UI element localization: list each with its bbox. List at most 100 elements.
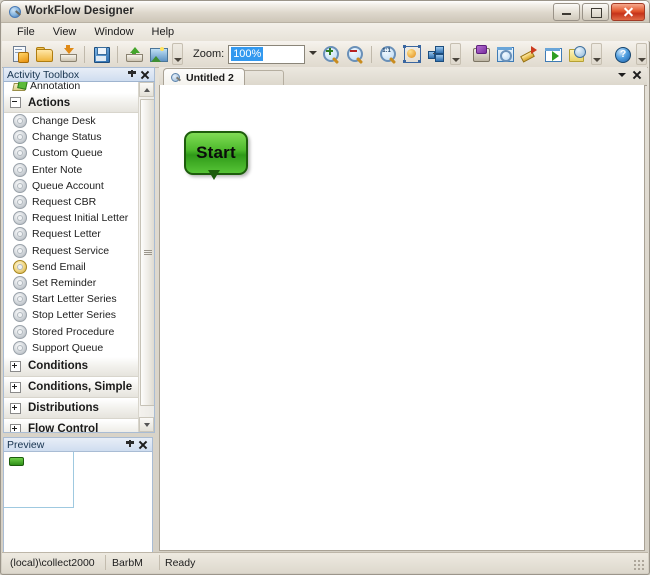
toolbox-item-request-letter[interactable]: Request Letter bbox=[4, 226, 139, 242]
activity-gear-icon bbox=[13, 275, 27, 290]
toolbox-item-stop-letter-series[interactable]: Stop Letter Series bbox=[4, 307, 139, 323]
toolbox-item-label: Start Letter Series bbox=[32, 293, 117, 306]
expand-plus-icon[interactable] bbox=[10, 402, 21, 414]
menu-help[interactable]: Help bbox=[143, 24, 184, 40]
toolbox-item-label: Request Initial Letter bbox=[32, 212, 129, 225]
toolbox-item-support-queue[interactable]: Support Queue bbox=[4, 340, 139, 356]
menu-view-label: View bbox=[52, 26, 77, 38]
validate-button[interactable] bbox=[518, 43, 540, 65]
new-document-button[interactable] bbox=[9, 43, 31, 65]
toolbox-item-request-initial-letter[interactable]: Request Initial Letter bbox=[4, 210, 139, 226]
tab-label: Untitled 2 bbox=[186, 71, 234, 84]
toolbox-item-queue-account[interactable]: Queue Account bbox=[4, 178, 139, 194]
run-button[interactable] bbox=[542, 43, 564, 65]
help-button[interactable]: ? bbox=[611, 43, 633, 65]
toolbar-group-actions bbox=[469, 41, 604, 67]
save-image-button[interactable] bbox=[147, 43, 169, 65]
toolbox-category-label: Distributions bbox=[28, 402, 99, 415]
toolbox-item-label: Set Reminder bbox=[32, 276, 97, 289]
toolbox-scrollbar[interactable] bbox=[138, 82, 154, 432]
menu-window[interactable]: Window bbox=[85, 24, 142, 40]
pin-icon[interactable] bbox=[124, 439, 136, 451]
toolbox-item-enter-note[interactable]: Enter Note bbox=[4, 162, 139, 178]
toolbox-item-send-email[interactable]: Send Email bbox=[4, 259, 139, 275]
activity-gear-icon bbox=[13, 211, 27, 226]
toolbox-item-label: Change Desk bbox=[32, 115, 96, 128]
start-node-thumbnail bbox=[9, 457, 24, 466]
menu-file[interactable]: File bbox=[8, 24, 44, 40]
minimize-button[interactable] bbox=[553, 3, 580, 21]
zoom-input[interactable]: 100% bbox=[231, 47, 264, 61]
collapse-minus-icon[interactable] bbox=[10, 97, 21, 108]
save-button[interactable] bbox=[90, 43, 112, 65]
toolbox-item-request-service[interactable]: Request Service bbox=[4, 243, 139, 259]
activity-toolbox-title: Activity Toolbox bbox=[7, 68, 80, 81]
expand-plus-icon[interactable] bbox=[10, 381, 21, 393]
toolbar-group-zoom: Zoom: 100% 1:1 bbox=[191, 41, 463, 67]
resize-grip-icon[interactable] bbox=[633, 559, 645, 571]
zoom-in-button[interactable] bbox=[320, 43, 342, 65]
toolbox-item-label: Request CBR bbox=[32, 196, 97, 209]
toolbox-item-label: Annotation bbox=[30, 82, 81, 92]
zoom-combobox[interactable]: 100% bbox=[228, 44, 318, 64]
toolbox-item-label: Stored Procedure bbox=[32, 325, 115, 338]
toolbox-category-conditions[interactable]: Conditions bbox=[4, 355, 139, 377]
toolbox-item-annotation[interactable]: Annotation bbox=[4, 82, 139, 92]
activity-toolbox-list[interactable]: Annotation Actions Change Desk Change St… bbox=[3, 81, 155, 433]
application-window: WorkFlow Designer File View Window Help bbox=[0, 0, 650, 575]
toolbox-item-request-cbr[interactable]: Request CBR bbox=[4, 194, 139, 210]
activity-toolbox-scroll-area: Annotation Actions Change Desk Change St… bbox=[4, 82, 139, 432]
toolbox-item-start-letter-series[interactable]: Start Letter Series bbox=[4, 291, 139, 307]
activity-gear-icon bbox=[13, 162, 27, 177]
workflow-canvas[interactable]: Start bbox=[159, 85, 645, 551]
schedule-button[interactable] bbox=[566, 43, 588, 65]
tab-untitled-2[interactable]: Untitled 2 bbox=[163, 68, 245, 86]
toolbox-item-set-reminder[interactable]: Set Reminder bbox=[4, 275, 139, 291]
toolbox-category-conditions-simple[interactable]: Conditions, Simple bbox=[4, 376, 139, 398]
toolbox-category-actions[interactable]: Actions bbox=[4, 92, 139, 113]
auto-layout-button[interactable] bbox=[425, 43, 447, 65]
toolbox-category-flow-control[interactable]: Flow Control bbox=[4, 418, 139, 432]
preview-thumbnail-area[interactable] bbox=[3, 451, 153, 553]
viewport-rectangle-edge bbox=[4, 507, 74, 508]
chevron-down-icon[interactable] bbox=[309, 50, 318, 55]
toolbox-item-change-status[interactable]: Change Status bbox=[4, 129, 139, 145]
maximize-button[interactable] bbox=[582, 3, 609, 21]
start-node[interactable]: Start bbox=[184, 131, 248, 175]
zoom-label: Zoom: bbox=[193, 48, 225, 60]
scroll-up-arrow-icon[interactable] bbox=[139, 82, 154, 97]
close-icon[interactable] bbox=[139, 69, 151, 81]
toolbox-item-stored-procedure[interactable]: Stored Procedure bbox=[4, 323, 139, 339]
menu-view[interactable]: View bbox=[44, 24, 86, 40]
zoom-out-button[interactable] bbox=[344, 43, 366, 65]
toolbar-overflow-4[interactable] bbox=[636, 43, 648, 65]
scrollbar-thumb[interactable] bbox=[140, 99, 154, 406]
toolbox-item-custom-queue[interactable]: Custom Queue bbox=[4, 145, 139, 161]
close-icon[interactable] bbox=[137, 439, 149, 451]
activity-gear-icon bbox=[13, 130, 27, 145]
toolbar: Zoom: 100% 1:1 ? bbox=[2, 41, 648, 68]
toolbar-overflow-3[interactable] bbox=[591, 43, 603, 65]
close-icon[interactable] bbox=[632, 70, 642, 80]
toolbar-overflow-2[interactable] bbox=[450, 43, 462, 65]
expand-plus-icon[interactable] bbox=[10, 360, 21, 372]
deploy-button[interactable] bbox=[470, 43, 492, 65]
export-button[interactable] bbox=[123, 43, 145, 65]
inspect-button[interactable] bbox=[494, 43, 516, 65]
toolbar-overflow-1[interactable] bbox=[172, 43, 183, 65]
pin-icon[interactable] bbox=[126, 69, 138, 81]
toolbox-category-distributions[interactable]: Distributions bbox=[4, 397, 139, 419]
toolbox-item-label: Stop Letter Series bbox=[32, 309, 117, 322]
chevron-down-icon[interactable] bbox=[618, 73, 626, 77]
close-button[interactable] bbox=[611, 3, 645, 21]
expand-plus-icon[interactable] bbox=[10, 423, 21, 432]
fit-to-window-button[interactable] bbox=[401, 43, 423, 65]
import-button[interactable] bbox=[57, 43, 79, 65]
scroll-down-arrow-icon[interactable] bbox=[139, 417, 154, 432]
window-controls bbox=[553, 3, 645, 21]
activity-gear-icon bbox=[13, 308, 27, 323]
activity-gear-icon bbox=[13, 340, 27, 355]
open-button[interactable] bbox=[33, 43, 55, 65]
toolbox-item-change-desk[interactable]: Change Desk bbox=[4, 113, 139, 129]
zoom-actual-size-button[interactable]: 1:1 bbox=[377, 43, 399, 65]
